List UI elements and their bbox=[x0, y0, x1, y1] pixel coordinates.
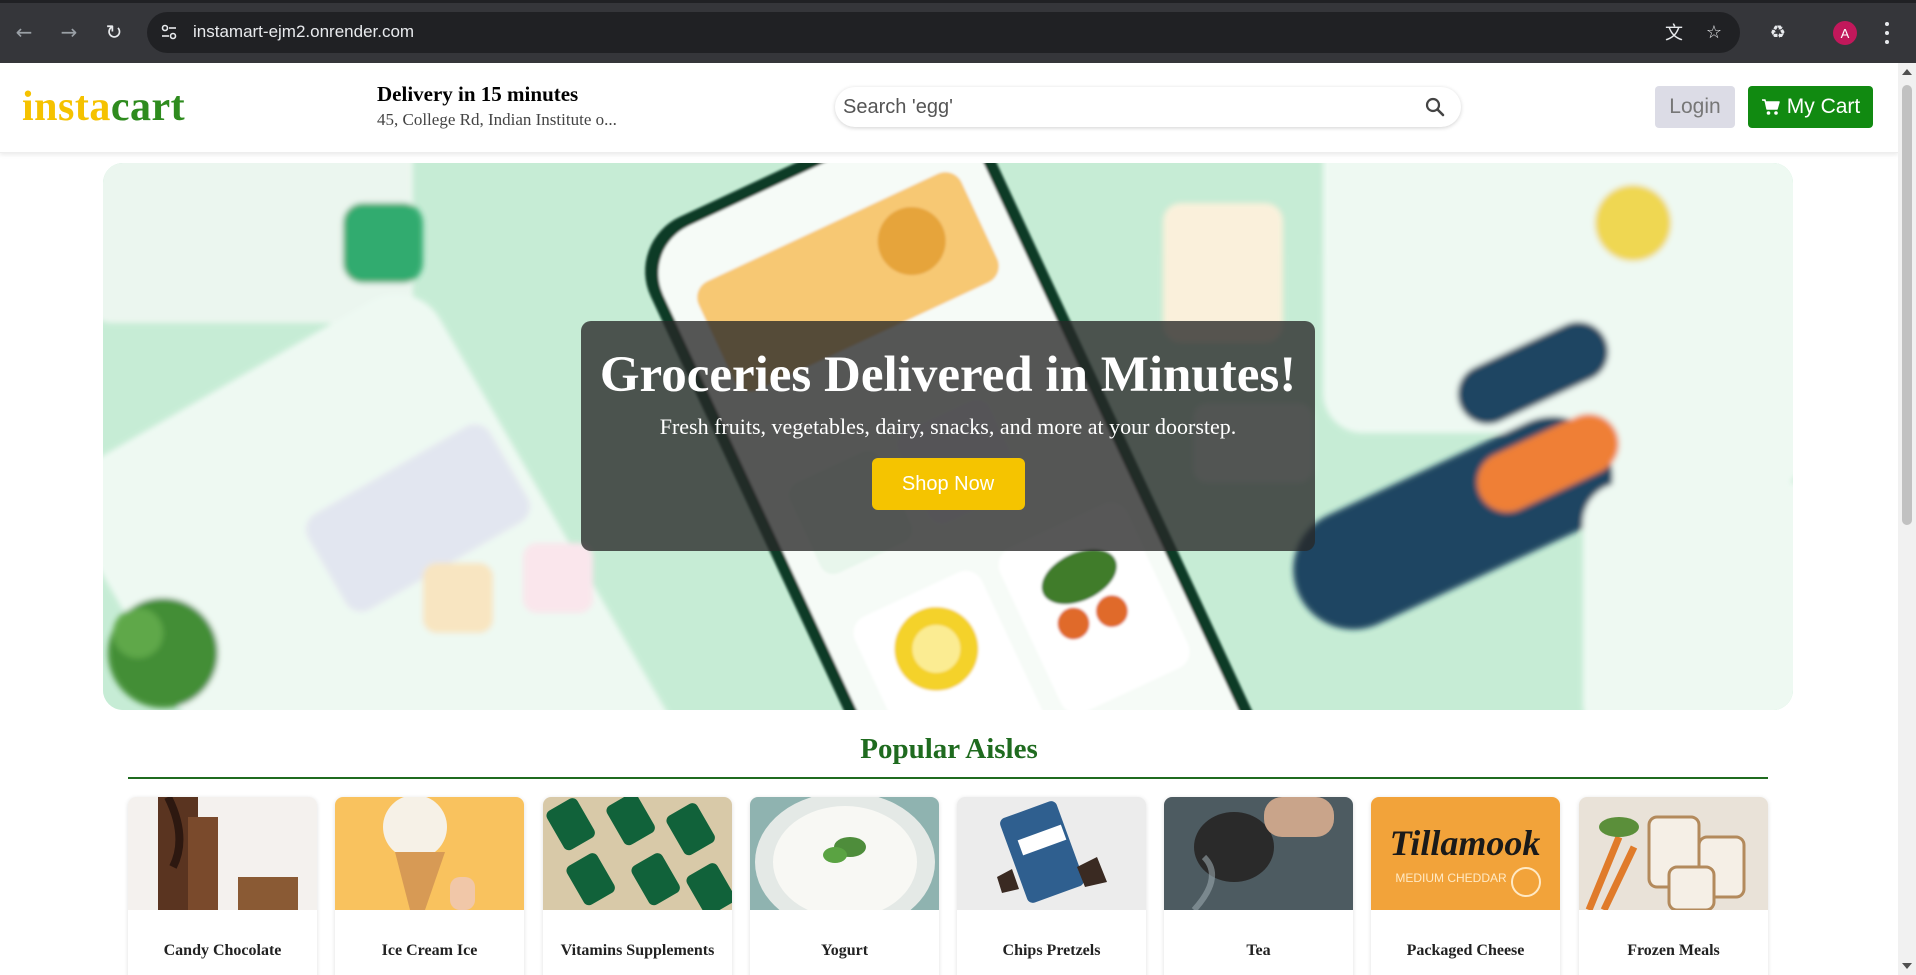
aisle-card-vitamins[interactable]: Vitamins Supplements bbox=[543, 797, 732, 975]
aisle-image bbox=[1164, 797, 1353, 913]
aisle-label: Yogurt bbox=[820, 942, 869, 959]
product-sub-text: MEDIUM CHEDDAR bbox=[1395, 871, 1507, 885]
reload-icon[interactable]: ↻ bbox=[100, 18, 128, 46]
aisle-card-yogurt[interactable]: Yogurt bbox=[750, 797, 939, 975]
search-bar[interactable] bbox=[835, 87, 1461, 127]
login-button[interactable]: Login bbox=[1655, 86, 1735, 128]
page-scrollbar[interactable] bbox=[1898, 63, 1916, 975]
aisle-card-packaged-cheese[interactable]: Tillamook MEDIUM CHEDDAR Packaged Cheese bbox=[1371, 797, 1560, 975]
browser-chrome: ← → ↻ instamart-ejm2.onrender.com 文 ☆ ♻ … bbox=[0, 0, 1916, 63]
aisle-card-ice-cream[interactable]: Ice Cream Ice bbox=[335, 797, 524, 975]
aisle-image bbox=[750, 797, 939, 932]
scroll-up-icon[interactable] bbox=[1902, 69, 1912, 75]
aisle-card-tea[interactable]: Tea bbox=[1164, 797, 1353, 975]
search-input[interactable] bbox=[843, 93, 1403, 121]
logo[interactable]: instacart bbox=[22, 83, 185, 131]
aisle-label: Ice Cream Ice bbox=[381, 942, 478, 959]
page: instacart Delivery in 15 minutes 45, Col… bbox=[0, 63, 1898, 975]
section-divider bbox=[128, 777, 1768, 779]
my-cart-button[interactable]: My Cart bbox=[1748, 86, 1873, 128]
back-icon[interactable]: ← bbox=[10, 18, 38, 46]
browser-menu-icon[interactable] bbox=[1882, 20, 1892, 46]
popular-aisles-title: Popular Aisles bbox=[860, 733, 1038, 765]
delivery-address[interactable]: 45, College Rd, Indian Institute o... bbox=[377, 110, 617, 130]
logo-part-insta: insta bbox=[22, 84, 111, 130]
hero-overlay: Groceries Delivered in Minutes! Fresh fr… bbox=[581, 321, 1315, 551]
tab-strip bbox=[0, 0, 1916, 3]
aisle-label: Vitamins Supplements bbox=[560, 942, 715, 959]
aisle-label: Tea bbox=[1246, 942, 1271, 959]
aisle-image bbox=[957, 797, 1146, 910]
url-text[interactable]: instamart-ejm2.onrender.com bbox=[193, 22, 414, 42]
aisle-label: Chips Pretzels bbox=[1002, 942, 1101, 959]
aisle-label: Frozen Meals bbox=[1627, 942, 1720, 959]
aisle-label: Packaged Cheese bbox=[1406, 942, 1525, 959]
delivery-title: Delivery in 15 minutes bbox=[377, 82, 579, 106]
address-bar[interactable]: instamart-ejm2.onrender.com bbox=[147, 12, 1740, 53]
hero-banner: Groceries Delivered in Minutes! Fresh fr… bbox=[103, 163, 1793, 710]
aisle-card-chips[interactable]: Chips Pretzels bbox=[957, 797, 1146, 975]
my-cart-label: My Cart bbox=[1786, 95, 1861, 118]
aisle-image: Tillamook MEDIUM CHEDDAR bbox=[1371, 797, 1560, 910]
search-icon[interactable] bbox=[1423, 95, 1447, 119]
aisle-image bbox=[1579, 797, 1768, 912]
extensions-icon[interactable]: ♻ bbox=[1767, 21, 1789, 43]
logo-part-cart: cart bbox=[110, 84, 186, 130]
bookmark-star-icon[interactable]: ☆ bbox=[1703, 21, 1725, 43]
aisle-card-candy-chocolate[interactable]: Candy Chocolate bbox=[128, 797, 317, 975]
profile-avatar[interactable]: A bbox=[1833, 21, 1857, 45]
site-settings-icon[interactable] bbox=[159, 22, 179, 42]
product-brand-text: Tillamook bbox=[1390, 823, 1541, 863]
translate-icon[interactable]: 文 bbox=[1663, 21, 1685, 44]
site-header: instacart Delivery in 15 minutes 45, Col… bbox=[0, 63, 1898, 153]
forward-icon[interactable]: → bbox=[55, 18, 83, 46]
aisle-card-frozen-meals[interactable]: Frozen Meals bbox=[1579, 797, 1768, 975]
aisle-image bbox=[335, 797, 524, 910]
cart-icon bbox=[1761, 99, 1780, 115]
aisle-image bbox=[128, 797, 317, 910]
shop-now-button[interactable]: Shop Now bbox=[871, 458, 1025, 510]
hero-subtitle: Fresh fruits, vegetables, dairy, snacks,… bbox=[659, 414, 1237, 439]
scroll-down-icon[interactable] bbox=[1902, 963, 1912, 969]
aisle-label: Candy Chocolate bbox=[163, 942, 282, 959]
scrollbar-thumb[interactable] bbox=[1902, 85, 1912, 525]
aisles-grid: Candy Chocolate Ice Cream Ice Vitamins S… bbox=[128, 797, 1768, 975]
aisle-image bbox=[543, 797, 732, 916]
hero-title: Groceries Delivered in Minutes! bbox=[599, 347, 1297, 403]
